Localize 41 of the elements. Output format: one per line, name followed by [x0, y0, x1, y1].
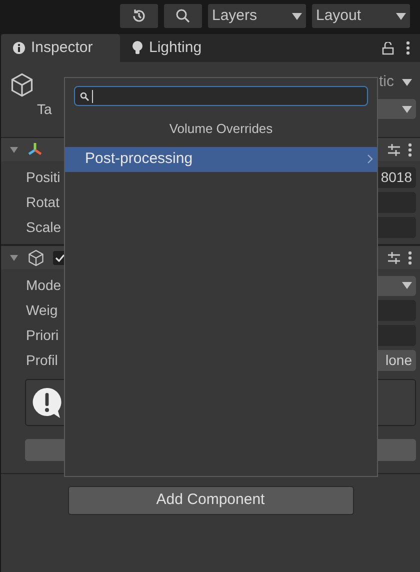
expand-arrow-icon[interactable] — [9, 252, 19, 262]
caret-icon — [402, 106, 412, 112]
cube-icon — [27, 248, 45, 266]
tab[interactable]: Inspector — [1, 34, 120, 62]
layout-dropdown[interactable]: Layout — [312, 4, 410, 28]
search-field[interactable] — [74, 86, 368, 106]
field-label: Profil — [26, 351, 58, 370]
field-label: Priori — [26, 326, 59, 345]
field-label: Rotat — [26, 193, 60, 212]
history-icon — [131, 8, 147, 24]
field-label: Mode — [26, 276, 62, 295]
caret-icon — [402, 282, 412, 289]
cube-icon — [9, 72, 35, 98]
axis-icon — [27, 142, 43, 158]
static-label: tic — [379, 72, 394, 92]
caret-icon — [396, 12, 406, 20]
tag-label: Ta — [37, 100, 52, 118]
sliders-icon[interactable] — [388, 144, 400, 156]
add-component-button[interactable]: Add Component — [68, 486, 354, 515]
menu-item[interactable]: Post-processing — [65, 146, 377, 172]
more-icon[interactable] — [406, 41, 410, 55]
more-icon[interactable] — [408, 250, 412, 264]
search-icon — [175, 8, 191, 24]
search-icon — [80, 92, 89, 100]
search-button[interactable] — [164, 4, 202, 28]
history-button[interactable] — [120, 4, 158, 28]
light-bulb-icon — [132, 41, 143, 55]
field-label: Scale — [26, 218, 62, 237]
more-icon[interactable] — [408, 142, 412, 156]
layers-dropdown[interactable]: Layers — [208, 4, 306, 28]
caret-icon — [402, 78, 412, 86]
layer-dropdown[interactable] — [376, 99, 416, 119]
field-label: Weig — [26, 301, 58, 320]
sliders-icon[interactable] — [388, 252, 400, 264]
field-label: Positi — [26, 168, 60, 187]
warning-icon — [32, 386, 62, 418]
menu-title: Volume Overrides — [168, 120, 274, 138]
lock-icon[interactable] — [382, 42, 394, 54]
expand-arrow-icon[interactable] — [9, 144, 19, 154]
caret-icon — [292, 12, 302, 20]
info-icon — [13, 42, 25, 54]
